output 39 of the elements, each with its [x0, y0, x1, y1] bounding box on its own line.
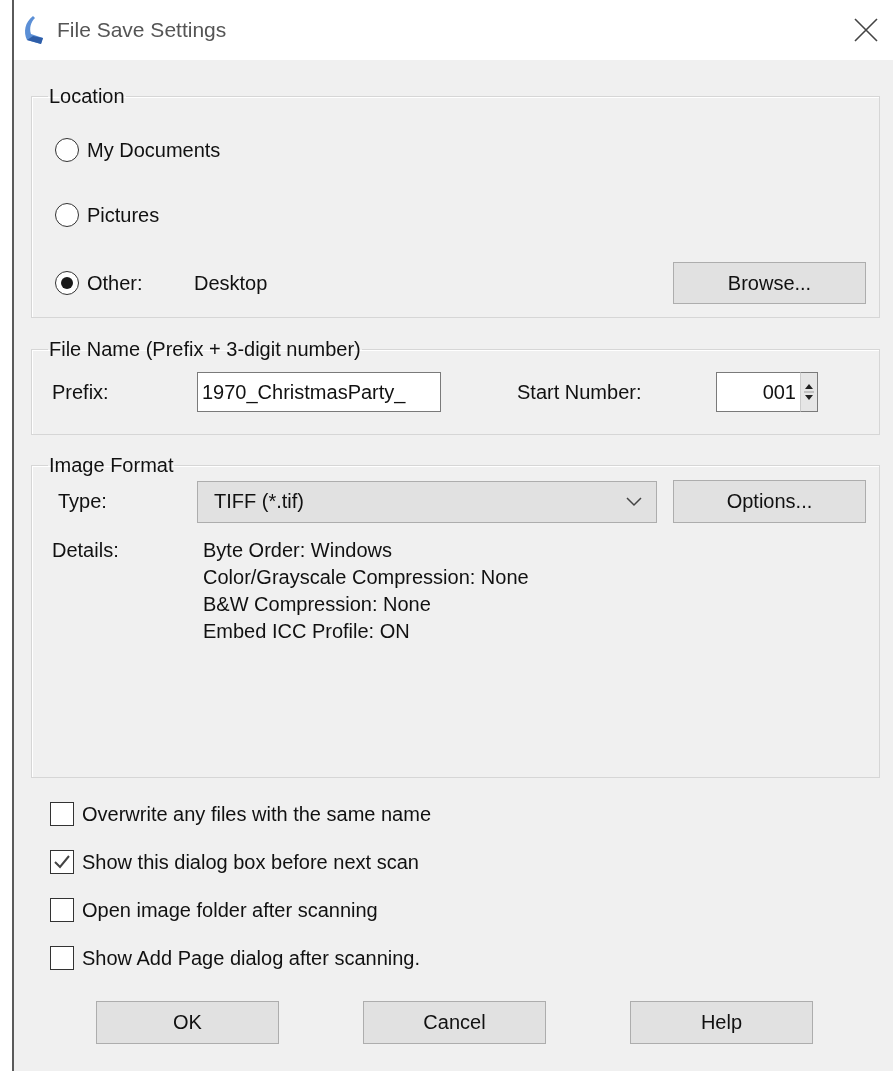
checkbox[interactable]	[50, 898, 74, 922]
checkbox-label[interactable]: Overwrite any files with the same name	[82, 802, 432, 826]
checkbox[interactable]	[50, 850, 74, 874]
field-label: Start Number:	[517, 380, 643, 404]
field-label: Details:	[52, 538, 120, 563]
check-icon	[53, 853, 71, 871]
checkbox-label[interactable]: Open image folder after scanning	[82, 898, 378, 922]
folder-name: Desktop	[194, 271, 268, 295]
radio-label[interactable]: Other:	[87, 271, 194, 295]
options-button[interactable]: Options...	[673, 480, 866, 523]
cancel-button[interactable]: Cancel	[363, 1001, 546, 1044]
prefix-field[interactable]: 1970_ChristmasParty_	[197, 372, 441, 412]
radio-label[interactable]: Pictures	[87, 203, 160, 227]
radio-label[interactable]: My Documents	[87, 138, 221, 162]
group-title: Location	[49, 85, 125, 107]
group-title: File Name (Prefix + 3-digit number)	[49, 338, 361, 360]
chevron-down-icon	[626, 496, 642, 507]
detail-line: Byte Order: Windows	[203, 538, 393, 563]
help-button[interactable]: Help	[630, 1001, 813, 1044]
checkbox-label[interactable]: Show this dialog box before next scan	[82, 850, 419, 874]
detail-line: Color/Grayscale Compression: None	[203, 565, 529, 590]
window-title: File Save Settings	[57, 18, 227, 42]
ok-button[interactable]: OK	[96, 1001, 279, 1044]
close-icon[interactable]	[853, 17, 879, 43]
radio-button[interactable]	[55, 203, 79, 227]
checkbox-label[interactable]: Show Add Page dialog after scanning.	[82, 946, 421, 970]
checkbox[interactable]	[50, 946, 74, 970]
radio-button[interactable]	[55, 138, 79, 162]
type-dropdown[interactable]: TIFF (*.tif)	[197, 480, 657, 523]
spin-button[interactable]	[800, 372, 818, 412]
field-label: Prefix:	[52, 380, 110, 404]
group-title: Image Format	[49, 454, 174, 476]
start-number-field[interactable]: 001	[716, 372, 800, 412]
radio-button[interactable]	[55, 271, 79, 295]
checkbox[interactable]	[50, 802, 74, 826]
browse-button[interactable]: Browse...	[673, 262, 866, 304]
detail-line: Embed ICC Profile: ON	[203, 619, 411, 644]
field-label: Type:	[58, 490, 108, 513]
detail-line: B&W Compression: None	[203, 592, 432, 617]
